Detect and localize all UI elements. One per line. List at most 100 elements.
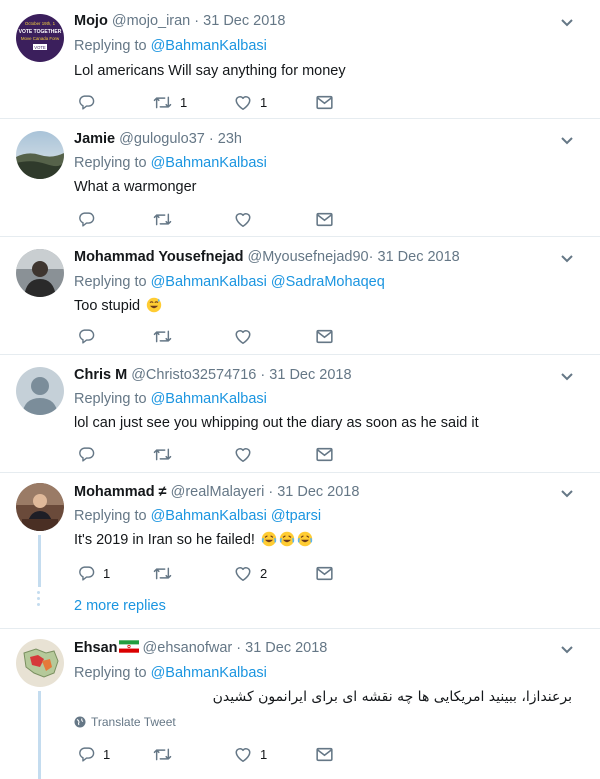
retweet-icon	[153, 330, 172, 342]
tweet[interactable]: Mohammad Yousefnejad @Myousefnejad90· 31…	[0, 237, 600, 355]
tweet[interactable]: Jamie @gulogulo37 · 23h Replying to @Bah…	[0, 119, 600, 237]
mention-link[interactable]: @BahmanKalbasi	[151, 391, 267, 407]
message-icon	[316, 212, 333, 226]
retweet-button[interactable]	[153, 444, 180, 464]
reply-count: 1	[103, 746, 111, 762]
display-name[interactable]: Chris M	[74, 367, 127, 383]
avatar[interactable]	[16, 639, 64, 687]
message-icon	[316, 447, 333, 461]
tweet-header: Mojo @mojo_iran · 31 Dec 2018	[74, 13, 285, 29]
user-handle[interactable]: @ehsanofwar	[143, 640, 233, 656]
translate-tweet-button[interactable]: Translate Tweet	[74, 715, 176, 729]
display-name[interactable]: Mojo	[74, 13, 108, 29]
timestamp[interactable]: 31 Dec 2018	[269, 367, 351, 383]
retweet-button[interactable]	[153, 744, 180, 764]
message-button[interactable]	[316, 209, 333, 229]
tweet[interactable]: Mohammad ≠ @realMalayeri · 31 Dec 2018 R…	[0, 473, 600, 629]
avatar[interactable]	[16, 367, 64, 415]
avatar-text: October 19th, 1	[25, 21, 56, 26]
retweet-button[interactable]	[153, 326, 180, 346]
reply-icon	[79, 94, 95, 110]
tweet[interactable]: Ehsan @ehsanofwar · 31 Dec 2018 Replying…	[0, 629, 600, 779]
user-handle[interactable]: @gulogulo37	[119, 131, 205, 147]
timestamp[interactable]: 31 Dec 2018	[378, 249, 460, 265]
retweet-button[interactable]: 1	[153, 92, 187, 112]
like-button[interactable]: 1	[234, 92, 267, 112]
avatar[interactable]	[16, 249, 64, 297]
sweat-smile-emoji-icon	[146, 297, 162, 313]
user-handle[interactable]: @Christo32574716	[131, 367, 256, 383]
user-handle[interactable]: @realMalayeri	[171, 484, 265, 500]
reply-button[interactable]	[78, 209, 103, 229]
avatar-text: Move Canada Forw	[21, 36, 60, 41]
retweet-icon	[153, 567, 172, 579]
message-button[interactable]	[316, 326, 333, 346]
retweet-button[interactable]	[153, 563, 180, 583]
reply-icon	[79, 446, 95, 462]
tweet[interactable]: Chris M @Christo32574716 · 31 Dec 2018 R…	[0, 355, 600, 473]
avatar[interactable]: October 19th, 1 VOTE TOGETHER Move Canad…	[16, 14, 64, 62]
chevron-down-icon[interactable]	[560, 372, 574, 382]
like-button[interactable]: 1	[234, 744, 267, 764]
message-button[interactable]	[316, 744, 333, 764]
timestamp[interactable]: 31 Dec 2018	[203, 13, 285, 29]
replying-label: Replying to	[74, 274, 147, 290]
chevron-down-icon[interactable]	[560, 18, 574, 28]
display-name[interactable]: Jamie	[74, 131, 115, 147]
action-bar	[74, 444, 334, 464]
avatar[interactable]	[16, 131, 64, 179]
tweet-text: برعندازا، ببینید امریکایی ها چه نقشه ای …	[212, 689, 572, 705]
joy-emoji-icon	[279, 531, 295, 547]
separator: ·	[208, 131, 214, 147]
mention-link[interactable]: @BahmanKalbasi	[151, 665, 267, 681]
reply-button[interactable]	[78, 326, 103, 346]
tweet-text-content: Too stupid	[74, 298, 141, 314]
avatar[interactable]	[16, 483, 64, 531]
mention-link[interactable]: @tparsi	[271, 508, 321, 524]
mention-link[interactable]: @SadraMohaqeq	[271, 274, 385, 290]
display-name[interactable]: Mohammad ≠	[74, 484, 167, 500]
like-icon	[235, 329, 251, 344]
mention-link[interactable]: @BahmanKalbasi	[151, 38, 267, 54]
chevron-down-icon[interactable]	[560, 136, 574, 146]
message-button[interactable]	[316, 563, 333, 583]
like-button[interactable]	[234, 444, 260, 464]
replying-to: Replying to @BahmanKalbasi	[74, 391, 267, 407]
user-handle[interactable]: @mojo_iran	[112, 13, 190, 29]
mention-link[interactable]: @BahmanKalbasi	[151, 508, 267, 524]
timestamp[interactable]: 23h	[218, 131, 242, 147]
message-icon	[316, 566, 333, 580]
like-button[interactable]	[234, 209, 260, 229]
chevron-down-icon[interactable]	[560, 254, 574, 264]
like-button[interactable]	[234, 326, 260, 346]
action-bar: 1 2	[74, 563, 334, 583]
more-replies-link[interactable]: 2 more replies	[74, 598, 166, 614]
user-handle[interactable]: @Myousefnejad90	[248, 249, 369, 265]
separator: ·	[194, 13, 200, 29]
retweet-icon	[153, 448, 172, 460]
avatar-text: VOTE	[34, 45, 46, 50]
reply-button[interactable]: 1	[78, 563, 110, 583]
reply-button[interactable]	[78, 444, 103, 464]
reply-button[interactable]: 1	[78, 744, 110, 764]
message-button[interactable]	[316, 444, 333, 464]
mention-link[interactable]: @BahmanKalbasi	[151, 155, 267, 171]
mention-link[interactable]: @BahmanKalbasi	[151, 274, 267, 290]
like-button[interactable]: 2	[234, 563, 267, 583]
separator: ·	[260, 367, 266, 383]
reply-button[interactable]	[78, 92, 103, 112]
timestamp[interactable]: 31 Dec 2018	[245, 640, 327, 656]
timestamp[interactable]: 31 Dec 2018	[277, 484, 359, 500]
display-name[interactable]: Mohammad Yousefnejad	[74, 249, 243, 265]
tweet-header: Chris M @Christo32574716 · 31 Dec 2018	[74, 367, 352, 383]
chevron-down-icon[interactable]	[560, 645, 574, 655]
tweet[interactable]: October 19th, 1 VOTE TOGETHER Move Canad…	[0, 0, 600, 119]
reply-icon	[79, 211, 95, 227]
reply-icon	[79, 328, 95, 344]
tweet-header: Mohammad ≠ @realMalayeri · 31 Dec 2018	[74, 484, 359, 500]
message-button[interactable]	[316, 92, 333, 112]
display-name[interactable]: Ehsan	[74, 640, 118, 656]
retweet-button[interactable]	[153, 209, 180, 229]
retweet-icon	[153, 213, 172, 225]
chevron-down-icon[interactable]	[560, 489, 574, 499]
